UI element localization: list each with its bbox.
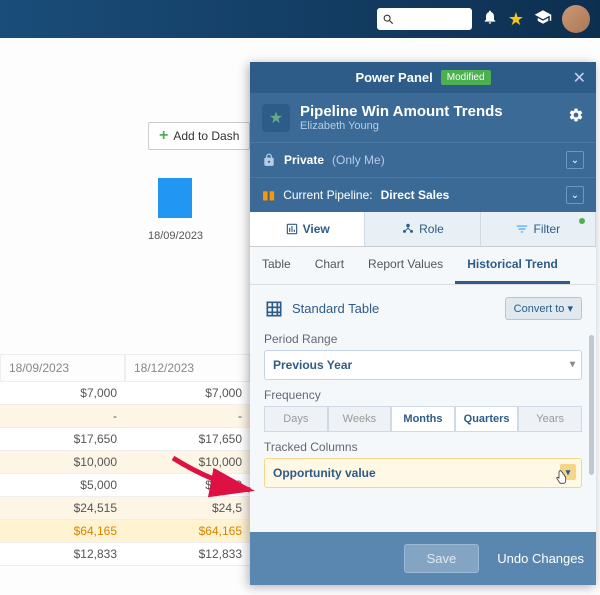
- chart-x-label: 18/09/2023: [148, 230, 203, 242]
- period-range-label: Period Range: [264, 332, 582, 346]
- cursor-pointer-icon: [553, 468, 569, 491]
- freq-months[interactable]: Months: [391, 406, 455, 432]
- subtab-chart[interactable]: Chart: [303, 247, 356, 284]
- tabs-row: View Role Filter: [250, 212, 596, 247]
- report-owner: Elizabeth Young: [300, 120, 503, 132]
- pipeline-row[interactable]: ▮▮ Current Pipeline: Direct Sales ⌄: [250, 177, 596, 212]
- table-row: $64,165$64,165: [0, 520, 250, 543]
- plus-icon: +: [159, 127, 168, 145]
- pipeline-value: Direct Sales: [381, 188, 450, 202]
- table-row: $12,833$12,833: [0, 543, 250, 566]
- period-range-select[interactable]: Previous Year ▾: [264, 350, 582, 380]
- lock-icon: [262, 153, 276, 167]
- power-panel: Power Panel Modified ✕ ★ Pipeline Win Am…: [250, 62, 596, 585]
- report-title: Pipeline Win Amount Trends: [300, 103, 503, 120]
- panel-header-title: Power Panel: [355, 70, 432, 85]
- modified-badge: Modified: [441, 70, 491, 85]
- tab-view[interactable]: View: [250, 212, 365, 246]
- subtab-report-values[interactable]: Report Values: [356, 247, 455, 284]
- favorites-star-icon[interactable]: ★: [508, 9, 524, 30]
- pipeline-icon: ▮▮: [262, 188, 275, 202]
- bar-chart-bar: [158, 178, 192, 218]
- save-button[interactable]: Save: [404, 544, 480, 573]
- subtab-table[interactable]: Table: [250, 247, 303, 284]
- privacy-label: Private: [284, 153, 324, 167]
- gear-icon[interactable]: [568, 107, 584, 128]
- privacy-row[interactable]: Private (Only Me) ⌄: [250, 142, 596, 177]
- view-icon: [285, 222, 299, 236]
- panel-header: Power Panel Modified ✕: [250, 62, 596, 93]
- tab-role[interactable]: Role: [365, 212, 480, 246]
- pipeline-label: Current Pipeline:: [283, 188, 372, 202]
- add-to-dashboard-button[interactable]: + Add to Dash: [148, 122, 250, 150]
- col-header: 18/09/2023: [0, 354, 125, 382]
- report-title-row: ★ Pipeline Win Amount Trends Elizabeth Y…: [250, 93, 596, 142]
- bell-icon[interactable]: [482, 9, 498, 30]
- graduation-icon[interactable]: [534, 8, 552, 31]
- panel-body: Standard Table Convert to ▾ Period Range…: [250, 285, 596, 532]
- search-input[interactable]: [377, 8, 472, 30]
- favorite-toggle[interactable]: ★: [262, 104, 290, 132]
- subtab-historical-trend[interactable]: Historical Trend: [455, 247, 570, 284]
- scrollbar-thumb[interactable]: [589, 335, 594, 475]
- undo-changes-link[interactable]: Undo Changes: [497, 551, 584, 566]
- table-type-label: Standard Table: [292, 301, 379, 316]
- panel-footer: Save Undo Changes: [250, 532, 596, 585]
- role-icon: [401, 222, 415, 236]
- frequency-buttons: Days Weeks Months Quarters Years: [264, 406, 582, 432]
- avatar[interactable]: [562, 5, 590, 33]
- chevron-down-icon[interactable]: ⌄: [566, 186, 584, 204]
- table-row: --: [0, 405, 250, 428]
- freq-days[interactable]: Days: [264, 406, 328, 432]
- chevron-down-icon[interactable]: ⌄: [566, 151, 584, 169]
- close-icon[interactable]: ✕: [573, 68, 586, 88]
- table-row: $7,000$7,000: [0, 382, 250, 405]
- freq-weeks[interactable]: Weeks: [328, 406, 392, 432]
- tracked-columns-select[interactable]: Opportunity value ▾: [264, 458, 582, 488]
- table-row: $24,515$24,5: [0, 497, 250, 520]
- tracked-columns-label: Tracked Columns: [264, 440, 582, 454]
- annotation-arrow: [168, 448, 258, 498]
- convert-to-button[interactable]: Convert to ▾: [505, 297, 582, 320]
- top-bar: ★: [0, 0, 600, 38]
- add-dash-label: Add to Dash: [173, 129, 239, 143]
- col-header: 18/12/2023: [125, 354, 250, 382]
- chevron-down-icon: ▾: [570, 359, 575, 370]
- filter-active-indicator: [579, 218, 585, 224]
- filter-icon: [515, 222, 529, 236]
- search-icon: [382, 13, 395, 26]
- frequency-label: Frequency: [264, 388, 582, 402]
- tab-filter[interactable]: Filter: [481, 212, 596, 246]
- privacy-scope: (Only Me): [332, 153, 385, 167]
- subtabs: Table Chart Report Values Historical Tre…: [250, 247, 596, 285]
- table-icon: [264, 299, 284, 319]
- freq-years[interactable]: Years: [518, 406, 582, 432]
- freq-quarters[interactable]: Quarters: [455, 406, 519, 432]
